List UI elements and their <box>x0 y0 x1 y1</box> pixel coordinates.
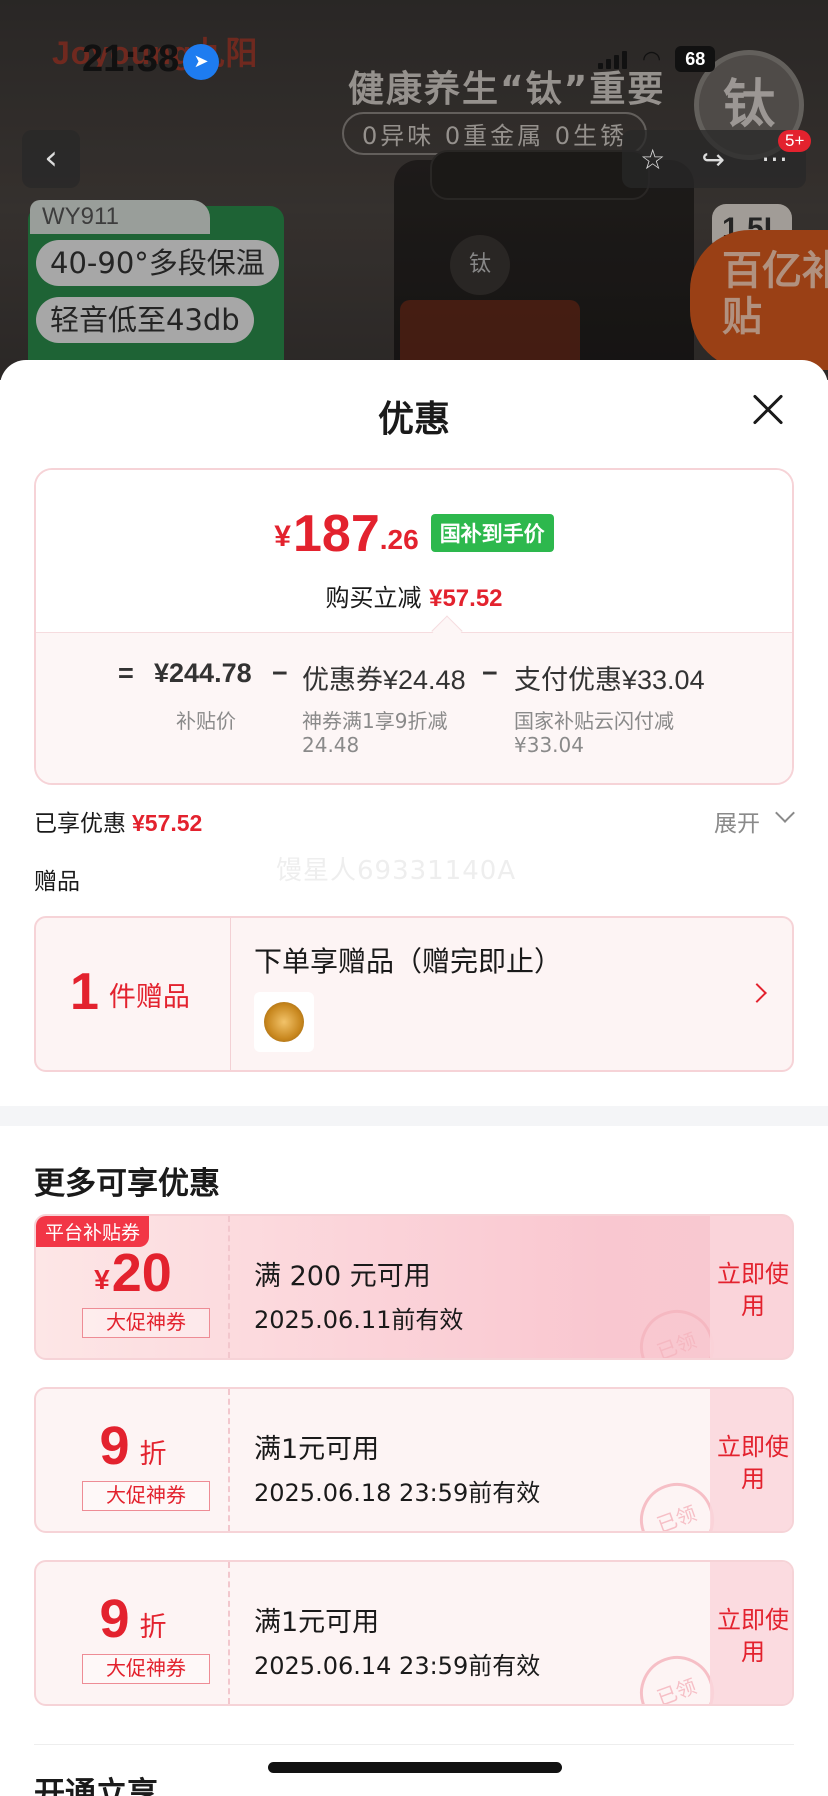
gift-count: 1 件赠品 <box>70 963 190 1021</box>
coupon-amount: 9 折 <box>99 1589 167 1649</box>
location-arrow-icon: ➤ <box>183 44 219 80</box>
payment-discount-desc: 国家补贴云闪付减 <box>514 709 674 733</box>
coupon-condition: 满1元可用 <box>254 1434 380 1465</box>
gift-card[interactable]: 1 件赠品 下单享赠品（赠完即止） <box>34 916 794 1072</box>
chevron-right-icon[interactable] <box>747 983 767 1003</box>
coupon-card[interactable]: 9 折 大促神券 满1元可用 2025.06.14 23:59前有效 已领 立即… <box>34 1560 794 1706</box>
discount-sheet: 优惠 ¥ 187 .26 国补到手价 购买立减 ¥57.52 = ¥244.78… <box>0 360 828 1796</box>
national-subsidy-tag: 国补到手价 <box>430 514 554 552</box>
sheet-title: 优惠 <box>377 399 450 440</box>
use-now-button[interactable]: 立即使用 <box>710 1258 792 1322</box>
wifi-icon: ◠ <box>642 46 662 72</box>
coupon-discount-value: 优惠券¥24.48 <box>302 665 466 695</box>
instant-discount-line: 购买立减 ¥57.52 <box>325 584 503 612</box>
coupon-label: 大促神券 <box>82 1481 210 1511</box>
final-price: ¥ 187 .26 国补到手价 <box>36 508 792 560</box>
chevron-down-icon[interactable] <box>775 803 795 823</box>
payment-discount-amount: ¥33.04 <box>514 733 584 757</box>
coupon-condition: 满1元可用 <box>254 1607 380 1638</box>
coupon-amount: ¥ 20 <box>94 1243 172 1303</box>
gift-title: 下单享赠品（赠完即止） <box>254 945 563 978</box>
status-indicators: ◠ 68 <box>598 46 716 72</box>
gifts-label: 赠品 <box>34 869 80 895</box>
coupon-amount: 9 折 <box>99 1416 167 1476</box>
base-price-label: 补贴价 <box>176 709 236 733</box>
coupon-discount-desc: 神券满1享9折减 <box>302 709 448 733</box>
expand-button[interactable]: 展开 <box>714 804 760 838</box>
close-icon[interactable] <box>746 388 790 432</box>
watermark: 馒星人69331140A <box>276 856 517 886</box>
coupon-validity: 2025.06.18 23:59前有效 <box>254 1479 541 1507</box>
minus-sign: − <box>482 658 498 688</box>
coupon-condition: 满 200 元可用 <box>254 1261 431 1292</box>
enjoyed-discount: 已享优惠 ¥57.52 <box>34 810 203 837</box>
status-time: 21:38 <box>82 38 180 80</box>
product-hero: Joyoung九阳 健康养生“钛”重要 0异味 0重金属 0生锈 钛 钛 WY9… <box>0 0 828 380</box>
share-icon[interactable]: ↪ <box>701 143 724 176</box>
price-summary-card: ¥ 187 .26 国补到手价 购买立减 ¥57.52 = ¥244.78 补贴… <box>34 468 794 785</box>
coupon-validity: 2025.06.11前有效 <box>254 1306 464 1334</box>
minus-sign: − <box>272 658 288 688</box>
coupon-validity: 2025.06.14 23:59前有效 <box>254 1652 541 1680</box>
base-price-value: ¥244.78 <box>154 658 252 688</box>
star-icon[interactable]: ☆ <box>640 143 665 176</box>
section-divider <box>0 1106 828 1126</box>
home-indicator[interactable] <box>268 1762 562 1773</box>
gift-thumbnail <box>254 992 314 1052</box>
coupon-card[interactable]: 9 折 大促神券 满1元可用 2025.06.18 23:59前有效 已领 立即… <box>34 1387 794 1533</box>
signal-icon <box>598 49 628 69</box>
battery-icon: 68 <box>675 46 716 72</box>
payment-discount-value: 支付优惠¥33.04 <box>514 665 705 695</box>
coupon-label: 大促神券 <box>82 1308 210 1338</box>
more-discounts-title: 更多可享优惠 <box>34 1166 220 1202</box>
coupon-label: 大促神券 <box>82 1654 210 1684</box>
membership-heading: 开通立享 <box>34 1776 158 1796</box>
coupon-card[interactable]: 平台补贴券 ¥ 20 大促神券 满 200 元可用 2025.06.11前有效 … <box>34 1214 794 1360</box>
message-count-badge: 5+ <box>778 130 812 152</box>
use-now-button[interactable]: 立即使用 <box>710 1431 792 1495</box>
back-arrow-icon[interactable]: ‹ <box>22 130 80 188</box>
coupon-discount-amount: 24.48 <box>302 733 360 757</box>
equals-sign: = <box>118 658 134 688</box>
footer-divider <box>34 1744 794 1745</box>
use-now-button[interactable]: 立即使用 <box>710 1604 792 1668</box>
